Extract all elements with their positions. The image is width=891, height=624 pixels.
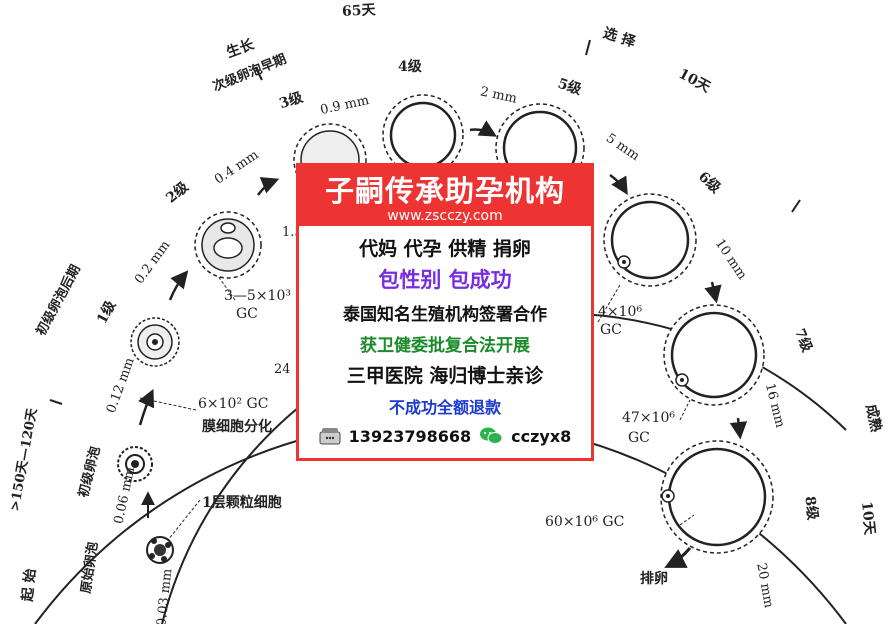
ad-guarantee: 包性别 包成功	[378, 268, 512, 292]
grade7-follicle-drawing	[663, 304, 765, 406]
ad-services: 代妈 代孕 供精 捐卵	[359, 238, 531, 260]
grade6-follicle-drawing	[603, 193, 697, 287]
advertisement-overlay[interactable]: 子嗣传承助孕机构 www.zscczy.com 代妈 代孕 供精 捐卵 包性别 …	[296, 163, 594, 461]
label-grade-8: 8级	[801, 495, 821, 522]
label-days-65: 65天	[341, 2, 376, 20]
ad-cooperation: 泰国知名生殖机构签署合作	[343, 305, 547, 325]
label-partial-24-a: 24	[274, 362, 291, 377]
grade1-follicle-drawing	[130, 317, 180, 367]
ad-refund: 不成功全额退款	[388, 398, 501, 417]
label-gc-6e2: 6×10² GC	[198, 396, 269, 412]
ad-approval: 获卫健委批复合法开展	[360, 336, 530, 356]
label-gc-4e6-unit: GC	[600, 322, 622, 338]
grade8-follicle-drawing	[660, 440, 774, 554]
ad-wechat-id[interactable]: cczyx8	[511, 427, 571, 446]
label-gc-4e6: 4×10⁶	[598, 304, 643, 320]
ad-hospital: 三甲医院 海归博士亲诊	[346, 365, 544, 387]
primordial-follicle-drawing	[146, 536, 174, 564]
label-one-layer: 1层颗粒细胞	[202, 495, 282, 511]
label-gc-47e6: 47×10⁶	[622, 410, 675, 426]
label-gc-47e6-unit: GC	[628, 430, 650, 446]
phone-icon	[319, 428, 341, 445]
label-gc-3-5: 3—5×10³	[224, 288, 291, 304]
label-gc-3-5-unit: GC	[236, 306, 258, 322]
label-start: 起 始	[19, 567, 40, 603]
label-gc-60e6: 60×10⁶ GC	[545, 514, 625, 530]
ad-header: 子嗣传承助孕机构 www.zscczy.com	[299, 166, 591, 226]
label-grade-4: 4级	[398, 59, 422, 75]
label-ovulation: 排卵	[640, 571, 668, 587]
follicle-diagram: 65天 生长 次级卵泡早期 选 择 10天 4级 3级 5级 2级 6级 1级 …	[0, 0, 891, 624]
ad-title: 子嗣传承助孕机构	[324, 174, 565, 208]
ad-contact: 13923798668 cczyx8	[299, 426, 591, 446]
grade2-follicle-drawing	[194, 211, 262, 279]
ad-url[interactable]: www.zscczy.com	[299, 208, 591, 224]
label-days-10-right: 10天	[858, 500, 878, 536]
ad-phone-number[interactable]: 13923798668	[349, 427, 471, 446]
wechat-icon	[480, 427, 503, 444]
label-membrane-diff: 膜细胞分化	[202, 419, 272, 435]
